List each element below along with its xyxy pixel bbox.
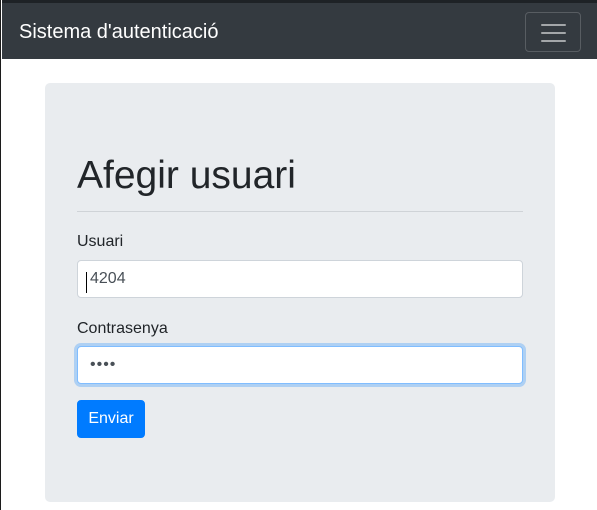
navbar-brand[interactable]: Sistema d'autenticació: [19, 20, 218, 44]
form-panel: Afegir usuari Usuari Contrasenya Enviar: [45, 83, 555, 502]
navbar-toggler-button[interactable]: [525, 12, 581, 52]
username-input[interactable]: [77, 260, 523, 298]
text-caret: [86, 272, 87, 293]
page-title: Afegir usuari: [77, 154, 296, 197]
top-navbar: Sistema d'autenticació: [2, 0, 597, 59]
password-label: Contrasenya: [77, 320, 168, 337]
browser-viewport: Sistema d'autenticació Afegir usuari Usu…: [0, 0, 597, 510]
submit-button[interactable]: Enviar: [77, 400, 145, 438]
title-divider: [77, 211, 523, 212]
username-label: Usuari: [77, 233, 124, 250]
password-input[interactable]: [77, 346, 523, 384]
